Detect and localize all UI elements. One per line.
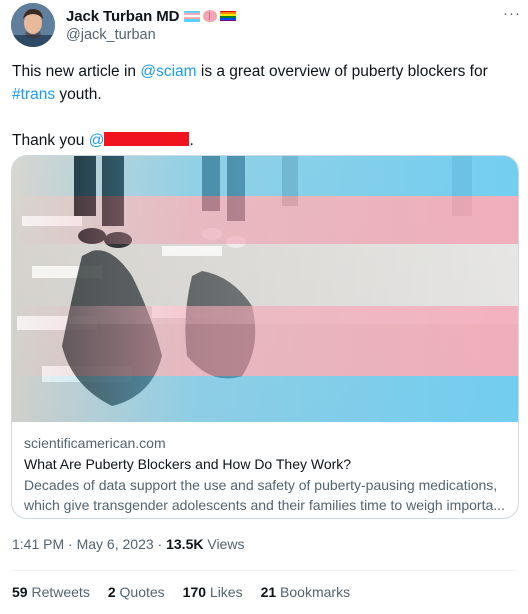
retweets-label: Retweets xyxy=(27,584,90,600)
tweet-text-segment: is a great overview of puberty blockers … xyxy=(196,63,488,80)
views-label: Views xyxy=(203,536,245,552)
hashtag-link[interactable]: #trans xyxy=(12,86,55,103)
tweet-text-segment: This new article in xyxy=(12,63,141,80)
likes-count: 170 xyxy=(182,584,207,600)
retweets-stat[interactable]: 59 Retweets xyxy=(12,584,90,600)
rainbow-flag-icon xyxy=(220,10,237,22)
bookmarks-count: 21 xyxy=(260,584,277,600)
quotes-label: Quotes xyxy=(115,584,165,600)
more-options-icon[interactable]: ··· xyxy=(503,5,521,22)
card-description-line-2: which give transgender adolescents and t… xyxy=(24,497,505,513)
likes-stat[interactable]: 170 Likes xyxy=(183,584,243,600)
card-domain: scientificamerican.com xyxy=(24,435,166,451)
quotes-stat[interactable]: 2 Quotes xyxy=(108,584,165,600)
likes-label: Likes xyxy=(206,584,243,600)
article-image xyxy=(12,156,518,422)
card-title: What Are Puberty Blockers and How Do The… xyxy=(24,456,352,472)
tweet-text-segment: Thank you xyxy=(12,132,89,149)
avatar[interactable] xyxy=(11,3,55,47)
mention-link[interactable]: @sciam xyxy=(140,63,196,80)
link-preview-card[interactable]: scientificamerican.com What Are Puberty … xyxy=(11,155,519,519)
author-name[interactable]: Jack Turban MD xyxy=(66,8,179,25)
views-count: 13.5K xyxy=(166,536,204,552)
tweet-text: This new article in @sciam is a great ov… xyxy=(12,60,512,152)
engagement-stats: 59 Retweets 2 Quotes 170 Likes 21 Bookma… xyxy=(12,584,350,600)
trans-flag-icon xyxy=(184,10,201,22)
tweet-text-segment: . xyxy=(189,132,194,149)
bookmarks-stat[interactable]: 21 Bookmarks xyxy=(261,584,351,600)
tweet-date[interactable]: May 6, 2023 xyxy=(77,536,154,552)
tweet-meta: 1:41 PM · May 6, 2023 · 13.5K Views xyxy=(12,536,245,552)
retweets-count: 59 xyxy=(12,584,28,600)
thanks-mention-link[interactable]: @ xyxy=(89,132,105,149)
card-description-line-1: Decades of data support the use and safe… xyxy=(24,477,498,493)
quotes-count: 2 xyxy=(107,584,116,600)
redaction-bar xyxy=(104,132,190,146)
bookmarks-label: Bookmarks xyxy=(276,584,351,600)
tweet-time[interactable]: 1:41 PM xyxy=(12,536,64,552)
avatar-image xyxy=(11,3,55,47)
author-block: Jack Turban MD @jack_turban xyxy=(66,6,237,43)
divider xyxy=(12,570,516,571)
tweet-text-segment: youth. xyxy=(55,86,102,103)
author-handle[interactable]: @jack_turban xyxy=(66,27,236,43)
brain-icon xyxy=(203,10,218,22)
